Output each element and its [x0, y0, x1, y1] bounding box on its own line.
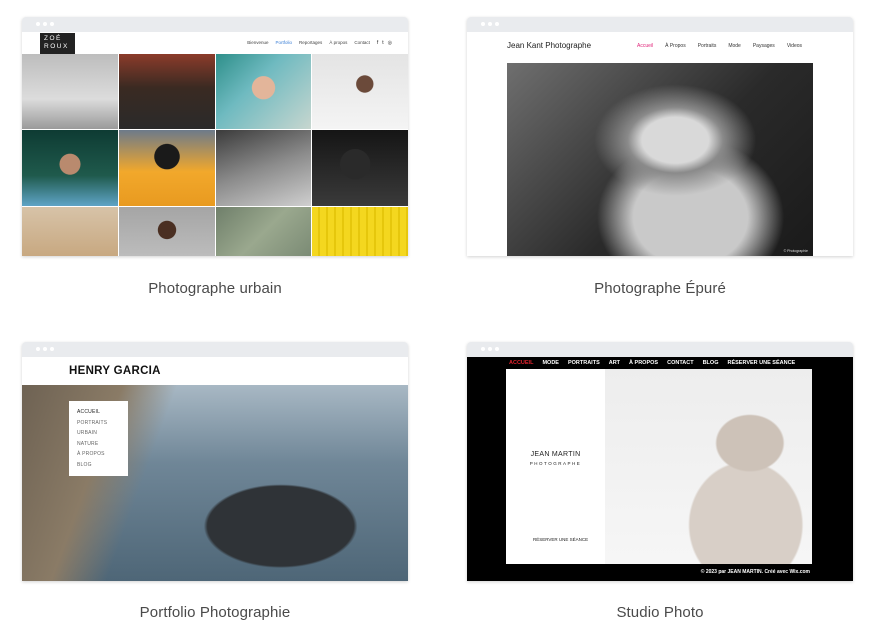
window-dot-icon: [488, 347, 492, 351]
photographer-subtitle: PHOTOGRAPHE: [529, 461, 582, 466]
site-footer: © 2023 par JEAN MARTIN. Créé avec Wix.co…: [700, 569, 810, 575]
template-caption[interactable]: Portfolio Photographie: [22, 604, 408, 621]
menu-item: À PROPOS: [77, 451, 105, 457]
photo-tile: [215, 130, 312, 206]
template-caption[interactable]: Photographe Épuré: [467, 280, 853, 297]
template-card-portfolio-photographie[interactable]: HENRY GARCIA ACCUEIL PORTRAITS URBAIN NA…: [22, 342, 408, 621]
nav-item-active: Accueil: [637, 43, 654, 49]
window-dot-icon: [36, 22, 40, 26]
window-dot-icon: [488, 22, 492, 26]
photo-tile: [118, 54, 215, 129]
site-nav: ACCUEIL MODE PORTRAITS ART À PROPOS CONT…: [509, 360, 795, 366]
site-nav: Bienvenue Portfolio Reportages À propos …: [247, 40, 392, 46]
nav-item: Reportages: [299, 40, 323, 45]
nav-item: MODE: [542, 360, 559, 366]
template-preview[interactable]: HENRY GARCIA ACCUEIL PORTRAITS URBAIN NA…: [22, 342, 408, 581]
photo-tile: [312, 130, 408, 206]
nav-item-active: Portfolio: [275, 40, 293, 45]
nav-item: À PROPOS: [629, 360, 659, 366]
template-card-studio-photo[interactable]: ACCUEIL MODE PORTRAITS ART À PROPOS CONT…: [467, 342, 853, 621]
nav-item-active: ACCUEIL: [509, 360, 534, 366]
hero-photo: © Photographie: [507, 63, 813, 256]
window-dot-icon: [50, 22, 54, 26]
preview-screen: ACCUEIL MODE PORTRAITS ART À PROPOS CONT…: [467, 357, 853, 581]
browser-chrome-bar: [22, 342, 408, 357]
twitter-icon: t: [382, 40, 384, 46]
site-header: HENRY GARCIA: [22, 357, 408, 385]
nav-item: Contact: [354, 40, 370, 45]
site-title: HENRY GARCIA: [69, 365, 161, 377]
nav-item: Videos: [786, 43, 803, 49]
template-preview[interactable]: ACCUEIL MODE PORTRAITS ART À PROPOS CONT…: [467, 342, 853, 581]
menu-item: BLOG: [77, 461, 92, 468]
menu-item-active: ACCUEIL: [77, 409, 101, 415]
window-dot-icon: [36, 347, 40, 351]
nav-item: Portraits: [697, 43, 717, 49]
site-logo: ZOÉ ROUX: [40, 33, 75, 54]
nav-item: Mode: [728, 43, 741, 49]
booking-link: RÉSERVER UNE SÉANCE: [533, 537, 589, 542]
site-title: Jean Kant Photographe: [507, 41, 592, 50]
hero-panel: JEAN MARTIN PHOTOGRAPHE RÉSERVER UNE SÉA…: [506, 369, 812, 564]
window-dot-icon: [43, 347, 47, 351]
photo-tile: [215, 54, 312, 129]
preview-screen: Jean Kant Photographe Accueil À Propos P…: [467, 32, 853, 256]
browser-chrome-bar: [467, 17, 853, 32]
nav-item: RÉSERVER UNE SÉANCE: [727, 360, 796, 366]
browser-chrome-bar: [22, 17, 408, 32]
nav-item: Paysages: [752, 43, 775, 49]
site-menu: ACCUEIL PORTRAITS URBAIN NATURE À PROPOS…: [69, 401, 128, 476]
logo-line: ZOÉ: [44, 35, 62, 42]
nav-item: À propos: [329, 40, 348, 45]
site-header: ZOÉ ROUX Bienvenue Portfolio Reportages …: [22, 32, 408, 54]
photo-tile: [22, 54, 118, 129]
photo-tile: [215, 207, 312, 256]
facebook-icon: f: [376, 40, 379, 46]
photo-credit: © Photographie: [783, 249, 808, 253]
template-preview[interactable]: ZOÉ ROUX Bienvenue Portfolio Reportages …: [22, 17, 408, 256]
instagram-icon: ◎: [387, 40, 392, 46]
photographer-name: JEAN MARTIN: [530, 451, 581, 458]
window-dot-icon: [43, 22, 47, 26]
logo-line: ROUX: [44, 43, 69, 50]
menu-item: PORTRAITS: [77, 419, 108, 426]
window-dot-icon: [495, 347, 499, 351]
window-dot-icon: [481, 347, 485, 351]
window-dot-icon: [481, 22, 485, 26]
site-nav: Accueil À Propos Portraits Mode Paysages…: [637, 43, 802, 49]
photo-tile: [118, 207, 215, 256]
menu-item: NATURE: [77, 440, 99, 447]
nav-item: ART: [608, 360, 621, 366]
template-card-photographe-urbain[interactable]: ZOÉ ROUX Bienvenue Portfolio Reportages …: [22, 17, 408, 297]
social-links: f t ◎: [377, 40, 392, 46]
photo-tile: [118, 130, 215, 206]
preview-screen: HENRY GARCIA ACCUEIL PORTRAITS URBAIN NA…: [22, 357, 408, 581]
nav-item: Bienvenue: [247, 40, 269, 45]
photo-tile: [22, 130, 118, 206]
menu-item: URBAIN: [77, 430, 98, 436]
photo-tile: [312, 207, 408, 256]
template-preview[interactable]: Jean Kant Photographe Accueil À Propos P…: [467, 17, 853, 256]
nav-item: CONTACT: [667, 360, 694, 366]
hero-photo: [605, 369, 812, 564]
template-card-photographe-epure[interactable]: Jean Kant Photographe Accueil À Propos P…: [467, 17, 853, 297]
nav-item: À Propos: [665, 43, 686, 49]
window-dot-icon: [495, 22, 499, 26]
window-dot-icon: [50, 347, 54, 351]
preview-screen: ZOÉ ROUX Bienvenue Portfolio Reportages …: [22, 32, 408, 256]
nav-item: BLOG: [702, 360, 719, 366]
nav-item: PORTRAITS: [567, 360, 600, 366]
photo-grid: [22, 54, 408, 256]
template-caption[interactable]: Photographe urbain: [22, 280, 408, 297]
photo-tile: [22, 207, 118, 256]
template-caption[interactable]: Studio Photo: [467, 604, 853, 621]
photo-tile: [312, 54, 408, 129]
browser-chrome-bar: [467, 342, 853, 357]
